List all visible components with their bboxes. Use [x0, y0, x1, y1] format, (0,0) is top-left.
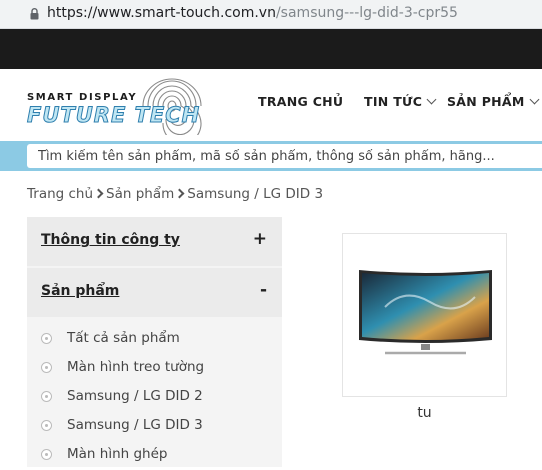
- search-input[interactable]: [27, 144, 542, 168]
- category-label: Màn hình ghép: [67, 446, 168, 462]
- expand-icon[interactable]: +: [253, 229, 267, 249]
- accordion-title: Thông tin công ty: [41, 232, 180, 248]
- tv-icon: [359, 270, 492, 355]
- chevron-down-icon: [426, 94, 437, 105]
- nav-item-news[interactable]: TIN TỨC: [364, 94, 437, 109]
- chevron-down-icon: [529, 94, 540, 105]
- nav-item-label: SẢN PHẨM: [447, 94, 525, 109]
- accordion-title: Sản phẩm: [41, 283, 120, 299]
- radio-icon[interactable]: [41, 449, 52, 460]
- lock-icon: [30, 8, 39, 20]
- url-host: https://www.smart-touch.com.vn: [47, 5, 276, 21]
- breadcrumb-products[interactable]: Sản phẩm: [106, 186, 174, 202]
- category-item[interactable]: Tất cả sản phẩm: [27, 325, 282, 354]
- breadcrumb-current: Samsung / LG DID 3: [187, 186, 324, 202]
- nav-item-products[interactable]: SẢN PHẨM: [447, 94, 540, 109]
- breadcrumb: Trang chủ Sản phẩm Samsung / LG DID 3: [27, 186, 323, 202]
- url-text[interactable]: https://www.smart-touch.com.vn/samsung--…: [47, 4, 458, 22]
- collapse-icon[interactable]: -: [260, 280, 267, 300]
- accordion-products[interactable]: Sản phẩm -: [27, 268, 282, 317]
- category-label: Samsung / LG DID 2: [67, 388, 203, 404]
- site-header: SMART DISPLAY FUTURE TECH TRANG CHỦ TIN …: [0, 69, 542, 141]
- radio-icon[interactable]: [41, 362, 52, 373]
- url-path: /samsung---lg-did-3-cpr55: [275, 5, 458, 21]
- search-bar: [0, 141, 542, 171]
- nav-item-label: TRANG CHỦ: [258, 94, 344, 109]
- nav-item-label: TIN TỨC: [364, 94, 423, 109]
- top-dark-bar: [0, 29, 542, 69]
- category-item[interactable]: Samsung / LG DID 2: [27, 383, 282, 412]
- category-list: Tất cả sản phẩm Màn hình treo tường Sams…: [27, 325, 282, 470]
- category-label: Tất cả sản phẩm: [67, 330, 180, 346]
- product-card[interactable]: [342, 233, 507, 397]
- main-nav: TRANG CHỦ TIN TỨC SẢN PHẨM: [0, 94, 542, 114]
- radio-icon[interactable]: [41, 391, 52, 402]
- nav-item-home[interactable]: TRANG CHỦ: [258, 94, 343, 109]
- accordion-company-info[interactable]: Thông tin công ty +: [27, 217, 282, 266]
- browser-url-bar[interactable]: https://www.smart-touch.com.vn/samsung--…: [0, 0, 542, 29]
- category-item[interactable]: Samsung / LG DID 3: [27, 412, 282, 441]
- category-item[interactable]: Màn hình ghép: [27, 441, 282, 470]
- product-name[interactable]: tu: [342, 405, 507, 421]
- breadcrumb-home[interactable]: Trang chủ: [27, 186, 93, 202]
- category-label: Samsung / LG DID 3: [67, 417, 203, 433]
- radio-icon[interactable]: [41, 333, 52, 344]
- category-label: Màn hình treo tường: [67, 359, 205, 375]
- category-item[interactable]: Màn hình treo tường: [27, 354, 282, 383]
- radio-icon[interactable]: [41, 420, 52, 431]
- chevron-right-icon: [93, 188, 104, 199]
- sidebar: Thông tin công ty + Sản phẩm - Tất cả sả…: [27, 217, 282, 467]
- chevron-right-icon: [174, 188, 185, 199]
